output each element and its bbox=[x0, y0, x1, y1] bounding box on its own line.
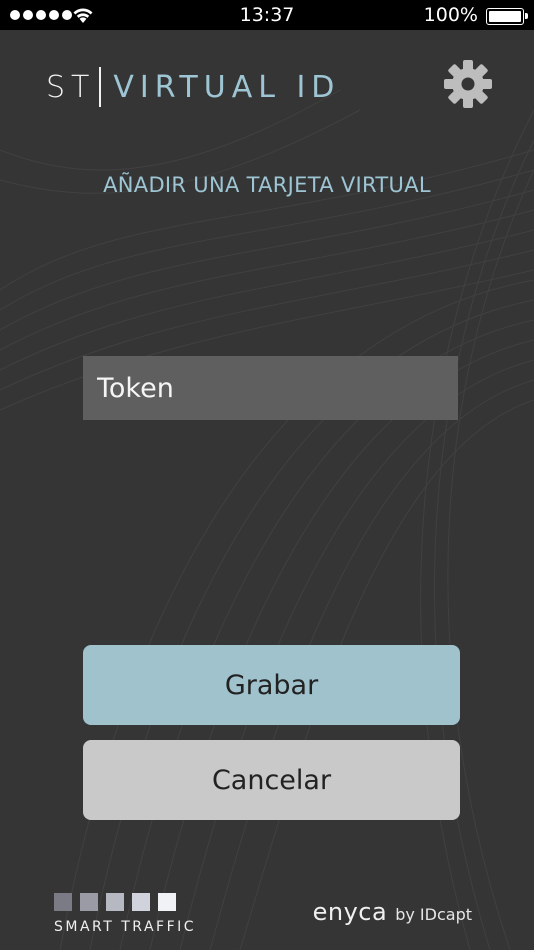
save-button[interactable]: Grabar bbox=[83, 645, 460, 725]
logo-square bbox=[106, 893, 124, 911]
battery-percentage: 100% bbox=[423, 4, 478, 26]
logo-square bbox=[80, 893, 98, 911]
logo-divider bbox=[99, 67, 102, 107]
logo-virtual-id-text: VIRTUAL ID bbox=[113, 69, 341, 105]
smart-traffic-squares-icon bbox=[54, 893, 196, 911]
page-title: AÑADIR UNA TARJETA VIRTUAL bbox=[103, 173, 431, 197]
smart-traffic-text: SMART TRAFFIC bbox=[54, 919, 197, 935]
enyca-by-text: by IDcapt bbox=[395, 905, 472, 924]
logo-st-text: ST bbox=[46, 69, 96, 105]
enyca-logo: enyca by IDcapt bbox=[313, 898, 472, 926]
battery-icon bbox=[486, 8, 528, 25]
logo-square bbox=[158, 893, 176, 911]
enyca-name-text: enyca bbox=[312, 898, 388, 926]
status-bar: 13:37 100% bbox=[0, 0, 534, 30]
logo-square bbox=[54, 893, 72, 911]
cancel-button[interactable]: Cancelar bbox=[83, 740, 460, 820]
smart-traffic-logo: SMART TRAFFIC bbox=[54, 893, 196, 935]
app-logo: ST VIRTUAL ID bbox=[46, 66, 340, 108]
gear-icon[interactable] bbox=[442, 58, 494, 110]
token-input[interactable] bbox=[83, 356, 458, 420]
logo-square bbox=[132, 893, 150, 911]
